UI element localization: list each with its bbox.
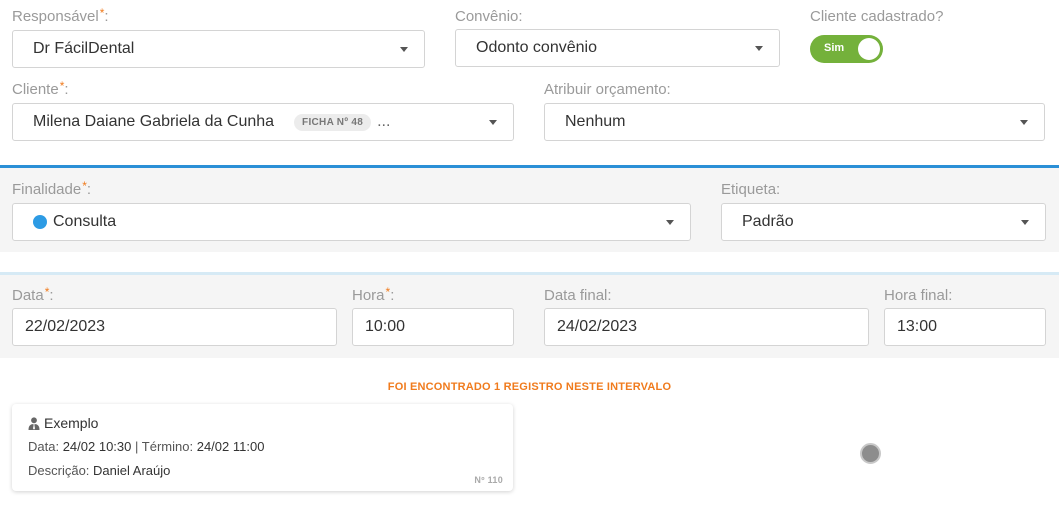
user-tie-icon xyxy=(28,416,40,430)
record-card[interactable]: Exemplo Data: 24/02 10:30 | Término: 24/… xyxy=(12,404,513,491)
toggle-knob xyxy=(858,38,880,60)
responsavel-value: Dr FácilDental xyxy=(33,40,135,57)
chevron-down-icon xyxy=(489,120,497,125)
cliente-value: Milena Daiane Gabriela da Cunha xyxy=(33,113,275,130)
responsavel-select[interactable]: Dr FácilDental xyxy=(12,30,425,68)
record-title: Exemplo xyxy=(28,415,98,431)
chevron-down-icon xyxy=(1021,220,1029,225)
cliente-ellipsis: ... xyxy=(377,113,391,130)
convenio-label: Convênio: xyxy=(455,8,523,25)
finalidade-color-dot xyxy=(33,215,47,229)
record-description: Descrição: Daniel Araújo xyxy=(28,463,171,478)
atribuir-orcamento-select[interactable]: Nenhum xyxy=(544,103,1045,141)
etiqueta-label: Etiqueta: xyxy=(721,181,781,198)
hora-final-value: 13:00 xyxy=(897,318,938,335)
finalidade-label: Finalidade*: xyxy=(12,179,92,198)
cliente-cadastrado-label: Cliente cadastrado? xyxy=(810,8,944,25)
record-dates: Data: 24/02 10:30 | Término: 24/02 11:00 xyxy=(28,439,265,454)
chevron-down-icon xyxy=(1020,120,1028,125)
data-label: Data*: xyxy=(12,285,54,304)
record-title-text: Exemplo xyxy=(44,415,99,431)
records-notice: FOI ENCONTRADO 1 REGISTRO NESTE INTERVAL… xyxy=(387,381,672,393)
cliente-label: Cliente*: xyxy=(12,79,69,98)
atribuir-orcamento-label: Atribuir orçamento: xyxy=(544,81,671,98)
convenio-select[interactable]: Odonto convênio xyxy=(455,29,780,67)
hora-final-label: Hora final: xyxy=(884,287,953,304)
data-final-label: Data final: xyxy=(544,287,612,304)
data-final-value: 24/02/2023 xyxy=(557,318,638,335)
data-input[interactable]: 22/02/2023 xyxy=(12,308,337,346)
ficha-badge: FICHA Nº 48 xyxy=(294,113,372,131)
chevron-down-icon xyxy=(755,46,763,51)
loading-indicator-icon xyxy=(860,443,881,464)
atribuir-orcamento-value: Nenhum xyxy=(565,113,626,130)
cliente-cadastrado-toggle[interactable]: Sim xyxy=(810,35,883,63)
data-final-input[interactable]: 24/02/2023 xyxy=(544,308,869,346)
hora-final-input[interactable]: 13:00 xyxy=(884,308,1046,346)
toggle-label: Sim xyxy=(824,42,845,54)
data-value: 22/02/2023 xyxy=(25,318,106,335)
chevron-down-icon xyxy=(400,47,408,52)
hora-value: 10:00 xyxy=(365,318,406,335)
etiqueta-select[interactable]: Padrão xyxy=(721,203,1046,241)
finalidade-select[interactable]: Consulta xyxy=(12,203,691,241)
etiqueta-value: Padrão xyxy=(742,213,794,230)
hora-input[interactable]: 10:00 xyxy=(352,308,514,346)
responsavel-label: Responsável*: xyxy=(12,6,109,25)
hora-label: Hora*: xyxy=(352,285,395,304)
chevron-down-icon xyxy=(666,220,674,225)
convenio-value: Odonto convênio xyxy=(476,39,597,56)
finalidade-value: Consulta xyxy=(53,213,117,230)
record-number: Nº 110 xyxy=(474,475,503,485)
cliente-select[interactable]: Milena Daiane Gabriela da Cunha FICHA Nº… xyxy=(12,103,514,141)
